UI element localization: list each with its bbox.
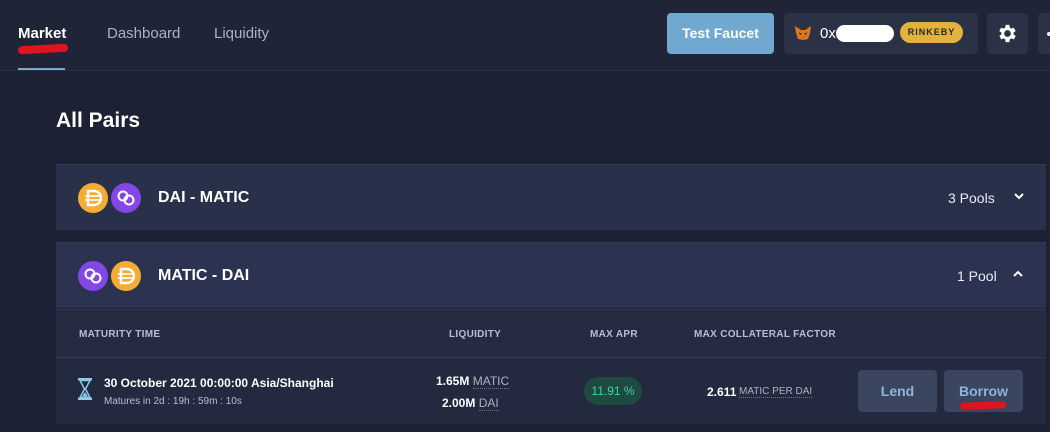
annotation-underline-market	[17, 43, 69, 55]
redacted-address	[836, 25, 894, 42]
maturity-date: 30 October 2021 00:00:00 Asia/Shanghai	[104, 376, 334, 390]
wallet-button[interactable]: 0x RINKEBY	[784, 13, 978, 54]
header-max-collateral-factor: MAX COLLATERAL FACTOR	[694, 329, 836, 340]
collateral-factor-unit: MATIC PER DAI	[739, 386, 813, 398]
table-row: 30 October 2021 00:00:00 Asia/Shanghai M…	[56, 357, 1046, 424]
apr-badge: 11.91 %	[584, 377, 642, 405]
metamask-fox-icon	[795, 26, 811, 40]
pair-row-dai-matic[interactable]: DAI - MATIC 3 Pools	[56, 164, 1046, 230]
lend-button[interactable]: Lend	[858, 370, 937, 412]
wallet-address: 0x	[820, 25, 836, 42]
liquidity-matic-value: 1.65M	[436, 374, 470, 388]
gear-icon	[999, 24, 1016, 43]
pool-count: 1 Pool	[957, 268, 997, 284]
pair-row-matic-dai[interactable]: MATIC - DAI 1 Pool	[56, 242, 1046, 308]
hourglass-icon	[78, 378, 92, 400]
top-nav: Market Dashboard Liquidity Test Faucet 0…	[0, 0, 1050, 71]
liquidity-matic: 1.65M MATIC	[436, 374, 510, 389]
settings-button[interactable]	[987, 13, 1028, 54]
header-maturity-time: MATURITY TIME	[79, 329, 161, 340]
collateral-factor-value: 2.611	[707, 385, 737, 399]
liquidity-dai-value: 2.00M	[442, 396, 476, 410]
dai-coin-icon	[111, 261, 141, 291]
tab-dashboard[interactable]: Dashboard	[107, 25, 180, 42]
header-liquidity: LIQUIDITY	[449, 329, 502, 340]
more-menu-button[interactable]	[1038, 13, 1050, 54]
tab-liquidity[interactable]: Liquidity	[214, 25, 269, 42]
header-max-apr: MAX APR	[590, 329, 638, 340]
matic-coin-icon	[78, 261, 108, 291]
maturity-countdown: Matures in 2d : 19h : 59m : 10s	[104, 396, 242, 407]
dai-coin-icon	[78, 183, 108, 213]
chevron-down-icon[interactable]	[1013, 192, 1025, 200]
test-faucet-button[interactable]: Test Faucet	[667, 13, 774, 54]
network-badge: RINKEBY	[900, 22, 963, 43]
liquidity-dai: 2.00M DAI	[442, 396, 499, 411]
chevron-up-icon[interactable]	[1012, 270, 1024, 278]
matic-coin-icon	[111, 183, 141, 213]
liquidity-dai-unit: DAI	[478, 396, 499, 411]
pool-table-header: MATURITY TIME LIQUIDITY MAX APR MAX COLL…	[56, 309, 1046, 357]
pair-name: DAI - MATIC	[158, 189, 250, 206]
page-title: All Pairs	[56, 109, 141, 132]
tab-market[interactable]: Market	[18, 25, 66, 42]
pool-count: 3 Pools	[948, 190, 995, 206]
pair-name: MATIC - DAI	[158, 267, 250, 284]
active-tab-indicator	[18, 68, 65, 70]
liquidity-matic-unit: MATIC	[472, 374, 510, 389]
